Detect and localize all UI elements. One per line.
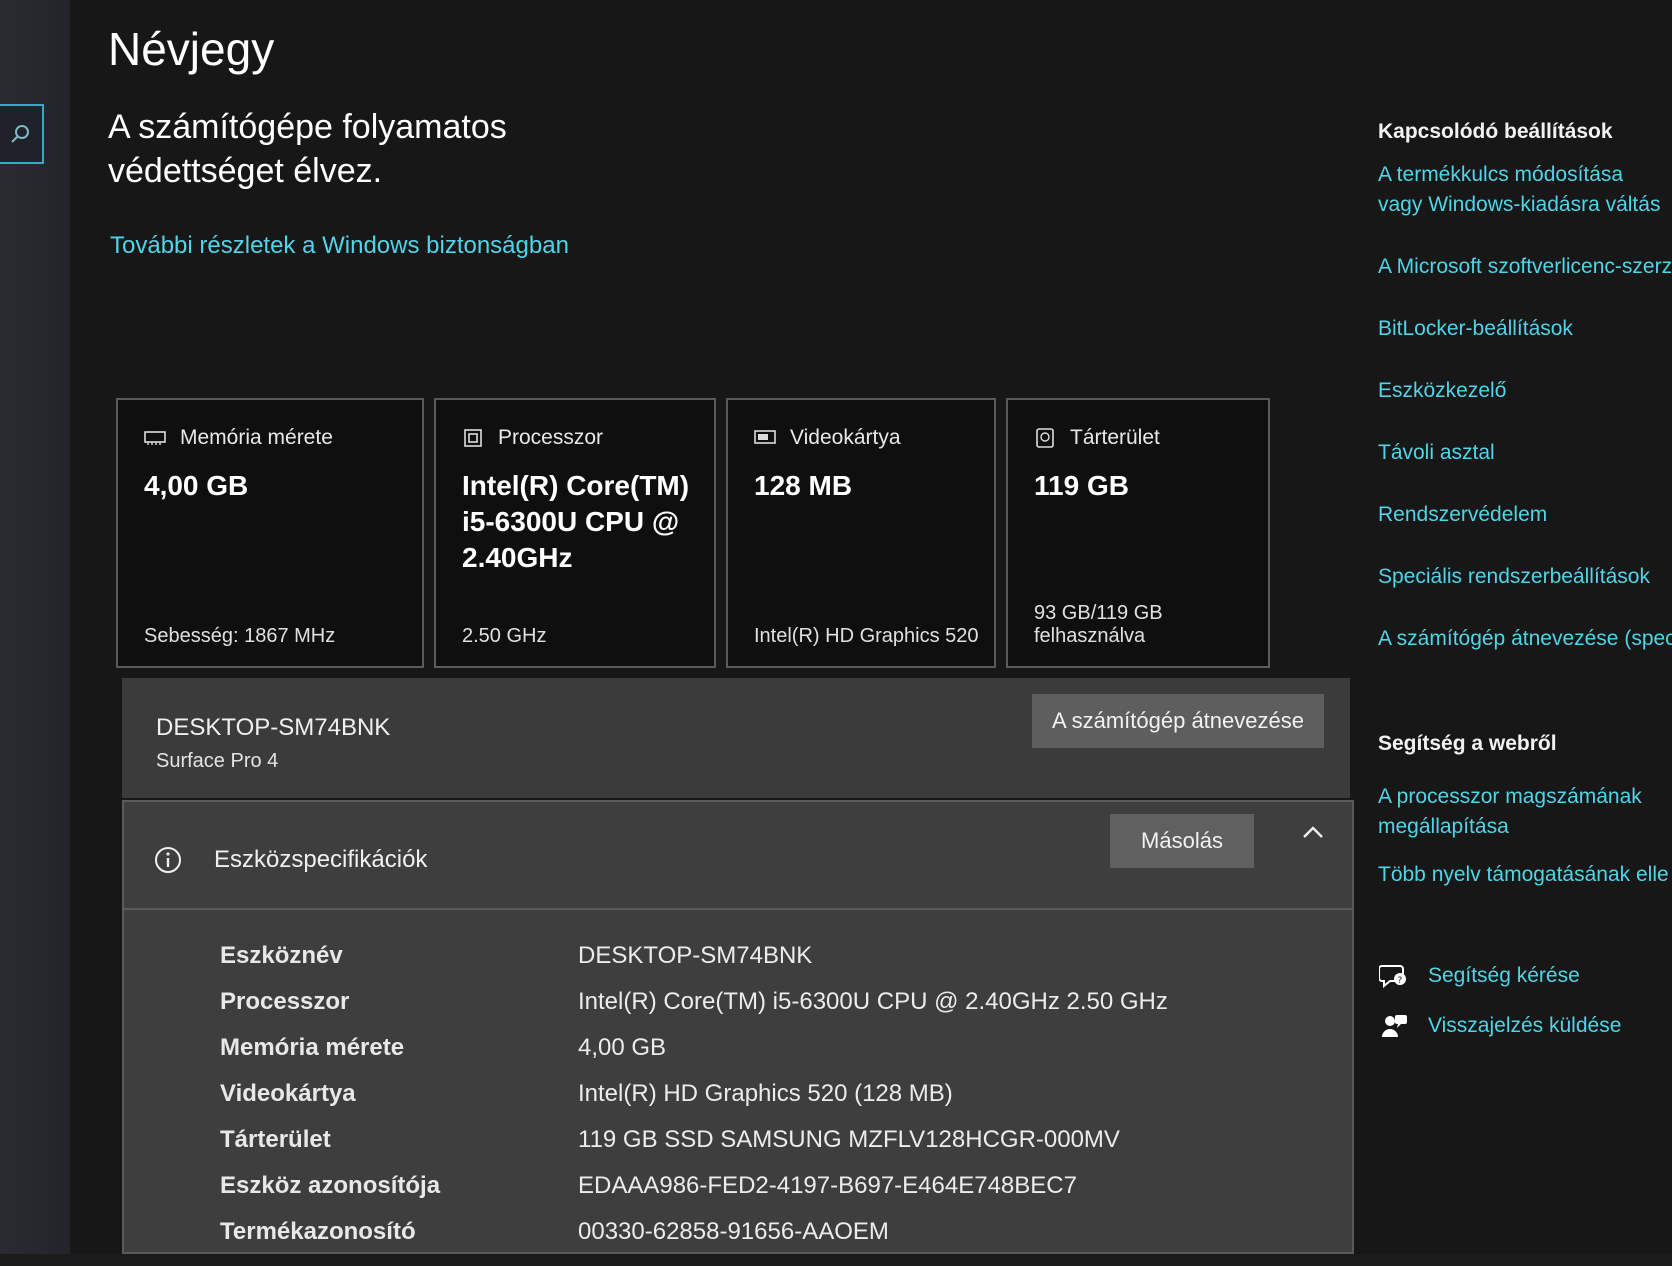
- taskbar-strip: [0, 0, 70, 1254]
- display-adapter-icon: [754, 427, 776, 449]
- rename-pc-button[interactable]: A számítógép átnevezése: [1032, 694, 1324, 748]
- remote-desktop-link[interactable]: Távoli asztal: [1378, 438, 1672, 468]
- spec-label: Eszköznév: [220, 942, 343, 969]
- device-manager-link[interactable]: Eszközkezelő: [1378, 376, 1672, 406]
- spec-value: EDAAA986-FED2-4197-B697-E464E748BEC7: [578, 1172, 1077, 1199]
- spec-row-processor: Processzor Intel(R) Core(TM) i5-6300U CP…: [124, 988, 1352, 1036]
- spec-value: 00330-62858-91656-AAOEM: [578, 1218, 889, 1245]
- page-title: Névjegy: [108, 23, 275, 75]
- protection-status: A számítógépe folyamatos védettséget élv…: [108, 108, 507, 190]
- storage-card: Tárterület 119 GB 93 GB/119 GB felhaszná…: [1006, 398, 1270, 668]
- send-feedback-label: Visszajelzés küldése: [1428, 1014, 1622, 1037]
- card-label: Videokártya: [790, 426, 901, 449]
- spec-row-product-id: Termékazonosító 00330-62858-91656-AAOEM: [124, 1218, 1352, 1266]
- spec-label: Processzor: [220, 988, 350, 1015]
- memory-card: Memória mérete 4,00 GB Sebesség: 1867 MH…: [116, 398, 424, 668]
- spec-value: Intel(R) HD Graphics 520 (128 MB): [578, 1080, 953, 1107]
- web-help-heading: Segítség a webről: [1378, 732, 1557, 755]
- spec-row-display-adapter: Videokártya Intel(R) HD Graphics 520 (12…: [124, 1080, 1352, 1128]
- card-value: Intel(R) Core(TM) i5-6300U CPU @ 2.40GHz: [462, 470, 690, 573]
- svg-text:?: ?: [1398, 976, 1403, 986]
- spec-row-device-id: Eszköz azonosítója EDAAA986-FED2-4197-B6…: [124, 1172, 1352, 1220]
- processor-cores-link[interactable]: A processzor magszámának megállapítása: [1378, 782, 1658, 842]
- device-name: DESKTOP-SM74BNK: [156, 714, 391, 741]
- card-label: Processzor: [498, 426, 604, 449]
- spec-row-storage: Tárterület 119 GB SSD SAMSUNG MZFLV128HC…: [124, 1126, 1352, 1174]
- search-button[interactable]: [0, 104, 44, 164]
- spec-label: Memória mérete: [220, 1034, 405, 1061]
- card-label: Tárterület: [1070, 426, 1160, 449]
- card-foot: 2.50 GHz: [462, 625, 547, 647]
- feedback-icon: [1378, 1010, 1410, 1042]
- get-help-label: Segítség kérése: [1428, 964, 1580, 987]
- card-value: 4,00 GB: [144, 470, 249, 501]
- info-icon: [155, 847, 181, 873]
- get-help-link[interactable]: ? Segítség kérése: [1378, 960, 1580, 992]
- spec-value: 4,00 GB: [578, 1034, 667, 1061]
- rename-pc-advanced-link[interactable]: A számítógép átnevezése (spec: [1378, 624, 1672, 654]
- card-foot: Intel(R) HD Graphics 520: [754, 625, 979, 647]
- spec-label: Eszköz azonosítója: [220, 1172, 441, 1199]
- windows-security-link[interactable]: További részletek a Windows biztonságban: [110, 232, 569, 260]
- card-label: Memória mérete: [180, 426, 333, 449]
- card-foot: Sebesség: 1867 MHz: [144, 625, 336, 647]
- memory-icon: [144, 427, 166, 449]
- license-terms-link[interactable]: A Microsoft szoftverlicenc-szerz: [1378, 252, 1672, 282]
- chevron-up-icon[interactable]: [1300, 820, 1326, 846]
- product-key-link[interactable]: A termékkulcs módosítása vagy Windows-ki…: [1378, 160, 1668, 220]
- display-adapter-card: Videokártya 128 MB Intel(R) HD Graphics …: [726, 398, 996, 668]
- copy-button[interactable]: Másolás: [1110, 814, 1254, 868]
- bitlocker-link[interactable]: BitLocker-beállítások: [1378, 314, 1672, 344]
- spec-row-device-name: Eszköznév DESKTOP-SM74BNK: [124, 942, 1352, 990]
- processor-icon: [462, 427, 484, 449]
- multiple-languages-link[interactable]: Több nyelv támogatásának elle: [1378, 860, 1672, 890]
- spec-label: Videokártya: [220, 1080, 356, 1107]
- storage-icon: [1034, 427, 1056, 449]
- card-foot: 93 GB/119 GB felhasználva: [1034, 602, 1163, 647]
- device-specifications-title: Eszközspecifikációk: [214, 846, 428, 873]
- spec-row-memory: Memória mérete 4,00 GB: [124, 1034, 1352, 1082]
- device-specifications-header[interactable]: Eszközspecifikációk Másolás: [124, 802, 1352, 910]
- advanced-system-settings-link[interactable]: Speciális rendszerbeállítások: [1378, 562, 1672, 592]
- device-specifications-panel: Eszközspecifikációk Másolás Eszköznév DE…: [122, 800, 1354, 1254]
- device-model: Surface Pro 4: [156, 750, 279, 772]
- processor-card: Processzor Intel(R) Core(TM) i5-6300U CP…: [434, 398, 716, 668]
- card-value: 128 MB: [754, 470, 853, 501]
- device-name-bar: DESKTOP-SM74BNK Surface Pro 4 A számítóg…: [122, 678, 1350, 798]
- spec-label: Termékazonosító: [220, 1218, 416, 1245]
- chat-help-icon: ?: [1378, 960, 1410, 992]
- related-settings-column: Kapcsolódó beállítások A termékkulcs mód…: [1378, 0, 1672, 1254]
- spec-value: Intel(R) Core(TM) i5-6300U CPU @ 2.40GHz…: [578, 988, 1168, 1015]
- spec-label: Tárterület: [220, 1126, 331, 1153]
- search-icon: [11, 125, 29, 143]
- related-settings-heading: Kapcsolódó beállítások: [1378, 120, 1613, 143]
- card-value: 119 GB: [1034, 470, 1129, 501]
- spec-value: 119 GB SSD SAMSUNG MZFLV128HCGR-000MV: [578, 1126, 1120, 1153]
- send-feedback-link[interactable]: Visszajelzés küldése: [1378, 1010, 1621, 1042]
- system-protection-link[interactable]: Rendszervédelem: [1378, 500, 1672, 530]
- spec-value: DESKTOP-SM74BNK: [578, 942, 813, 969]
